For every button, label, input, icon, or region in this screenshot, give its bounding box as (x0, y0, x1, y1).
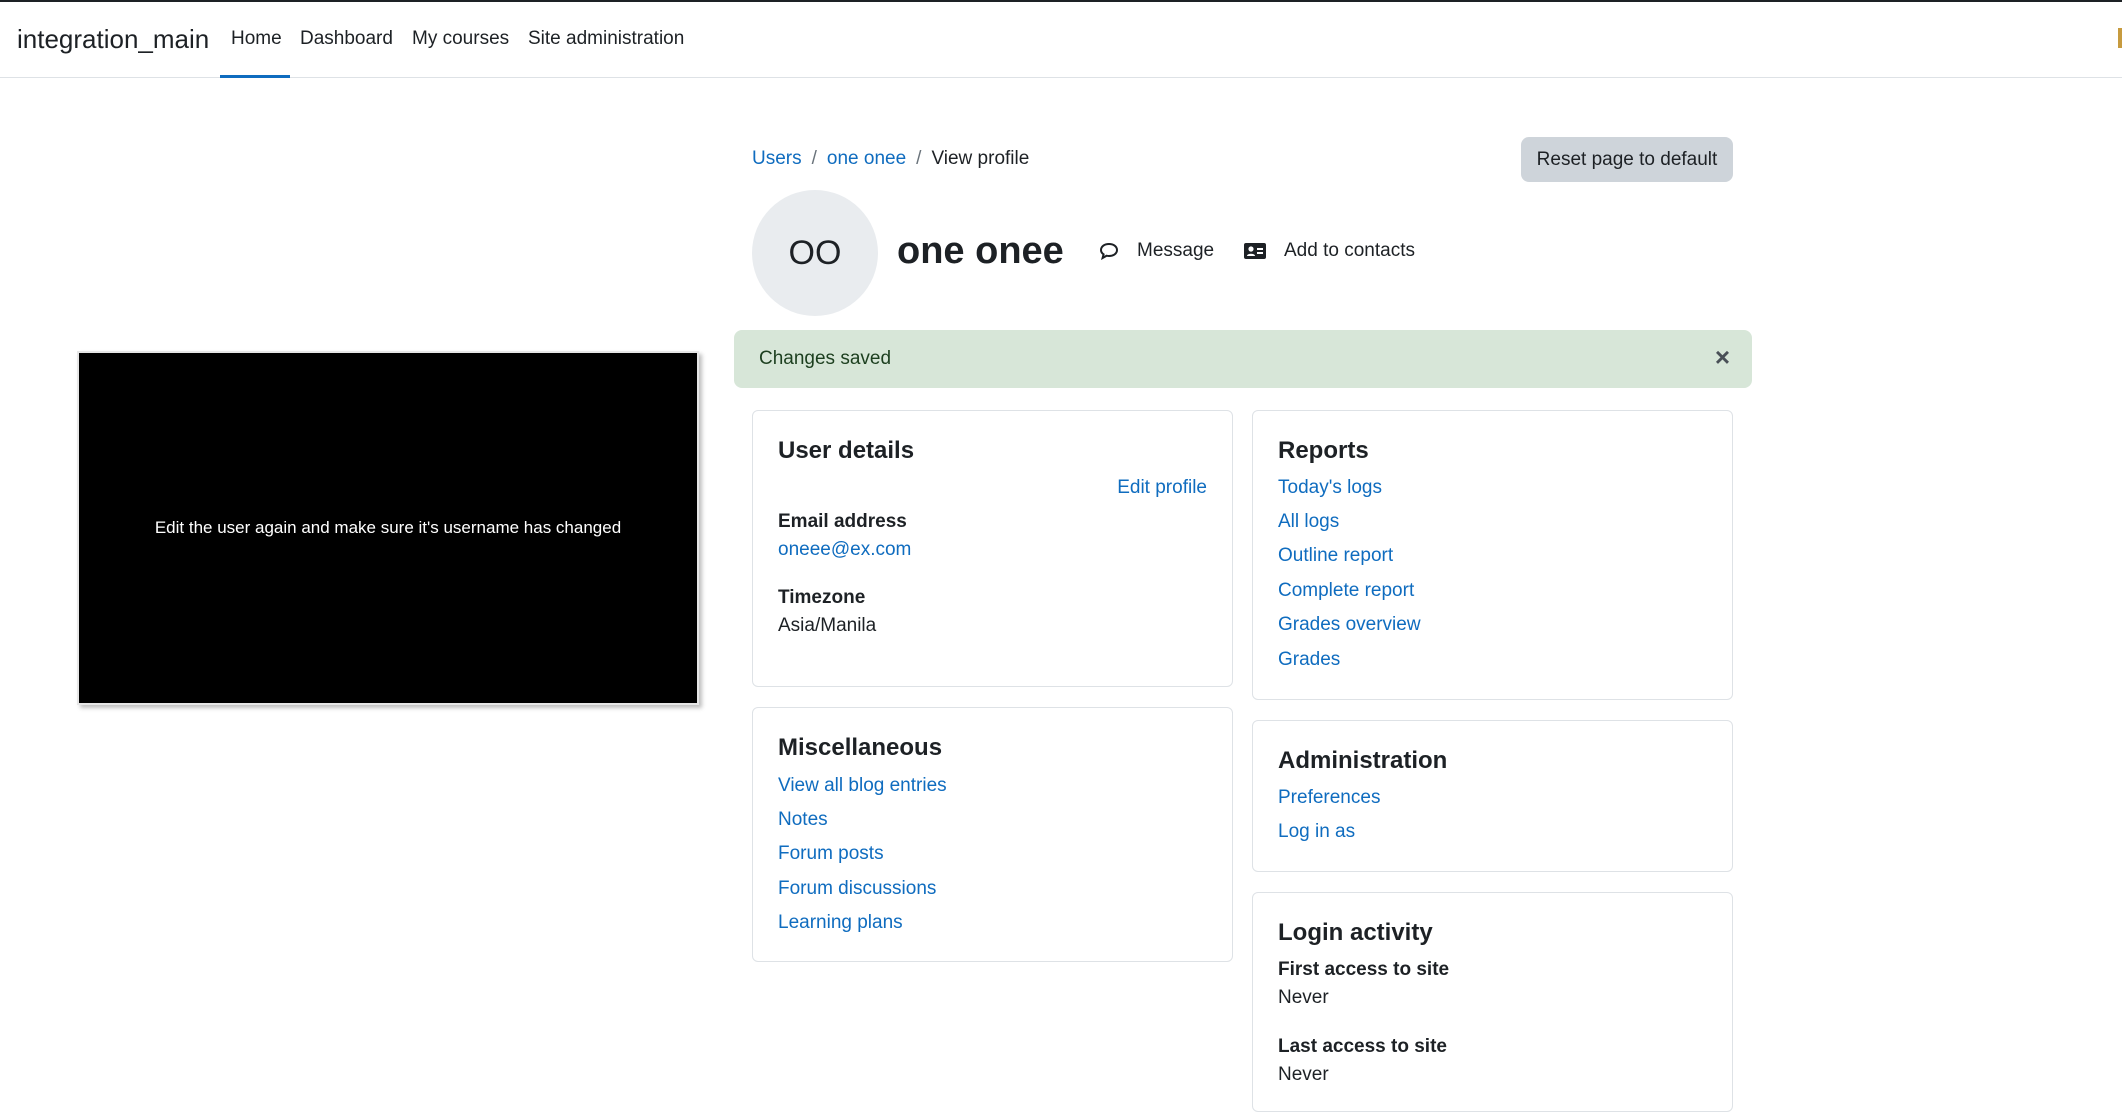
log-in-as-link[interactable]: Log in as (1278, 821, 1355, 843)
preferences-link[interactable]: Preferences (1278, 787, 1380, 809)
forum-posts-link[interactable]: Forum posts (778, 843, 884, 865)
nav-active-indicator (220, 75, 290, 78)
add-to-contacts-button[interactable]: Add to contacts (1244, 240, 1415, 262)
edit-profile-link[interactable]: Edit profile (1117, 477, 1207, 499)
miscellaneous-card: Miscellaneous View all blog entries Note… (752, 707, 1233, 962)
nav-dashboard[interactable]: Dashboard (300, 28, 393, 50)
administration-card: Administration Preferences Log in as (1252, 720, 1733, 872)
breadcrumb-current: View profile (931, 148, 1030, 169)
alert-message: Changes saved (759, 348, 892, 369)
success-alert: Changes saved × (734, 330, 1752, 388)
nav-my-courses[interactable]: My courses (412, 28, 509, 50)
login-activity-title: Login activity (1278, 919, 1433, 946)
address-card-icon (1244, 243, 1266, 259)
all-logs-link[interactable]: All logs (1278, 511, 1339, 533)
video-panel: Edit the user again and make sure it's u… (77, 351, 699, 705)
complete-report-link[interactable]: Complete report (1278, 580, 1414, 602)
email-link[interactable]: oneee@ex.com (778, 539, 911, 561)
user-details-card: User details Edit profile Email address … (752, 410, 1233, 687)
close-icon[interactable]: × (1715, 344, 1730, 370)
avatar: OO (752, 190, 878, 316)
first-access-value: Never (1278, 987, 1329, 1008)
forum-discussions-link[interactable]: Forum discussions (778, 878, 936, 900)
reset-page-button[interactable]: Reset page to default (1521, 137, 1733, 182)
timezone-value: Asia/Manila (778, 615, 877, 636)
breadcrumb-user[interactable]: one onee (827, 148, 906, 169)
add-to-contacts-label: Add to contacts (1284, 240, 1415, 261)
last-access-value: Never (1278, 1064, 1329, 1085)
breadcrumb-separator: / (811, 148, 817, 169)
user-details-title: User details (778, 437, 915, 464)
email-label: Email address (778, 511, 907, 532)
grades-overview-link[interactable]: Grades overview (1278, 614, 1421, 636)
video-caption: Edit the user again and make sure it's u… (154, 518, 622, 537)
last-access-label: Last access to site (1278, 1036, 1447, 1057)
view-blog-entries-link[interactable]: View all blog entries (778, 775, 947, 797)
first-access-label: First access to site (1278, 959, 1450, 980)
login-activity-card: Login activity First access to site Neve… (1252, 892, 1733, 1112)
message-label: Message (1137, 240, 1215, 261)
site-brand[interactable]: integration_main (17, 24, 209, 55)
nav-home[interactable]: Home (231, 28, 282, 50)
outline-report-link[interactable]: Outline report (1278, 545, 1393, 567)
reports-title: Reports (1278, 437, 1369, 464)
breadcrumb-separator: / (916, 148, 922, 169)
message-button[interactable]: Message (1099, 240, 1214, 262)
grades-link[interactable]: Grades (1278, 649, 1340, 671)
breadcrumb-users[interactable]: Users (752, 148, 802, 169)
reports-card: Reports Today's logs All logs Outline re… (1252, 410, 1733, 700)
top-navbar: integration_main Home Dashboard My cours… (0, 2, 2122, 78)
learning-plans-link[interactable]: Learning plans (778, 912, 903, 934)
todays-logs-link[interactable]: Today's logs (1278, 477, 1382, 499)
timezone-label: Timezone (778, 587, 866, 608)
notes-link[interactable]: Notes (778, 809, 828, 831)
breadcrumb: Users / one onee / View profile (752, 148, 1029, 170)
nav-site-administration[interactable]: Site administration (528, 28, 684, 50)
page-title: one onee (897, 230, 1064, 272)
miscellaneous-title: Miscellaneous (778, 734, 943, 761)
administration-title: Administration (1278, 747, 1448, 774)
chat-bubble-icon (1099, 242, 1119, 260)
notification-icon[interactable] (2118, 28, 2122, 48)
